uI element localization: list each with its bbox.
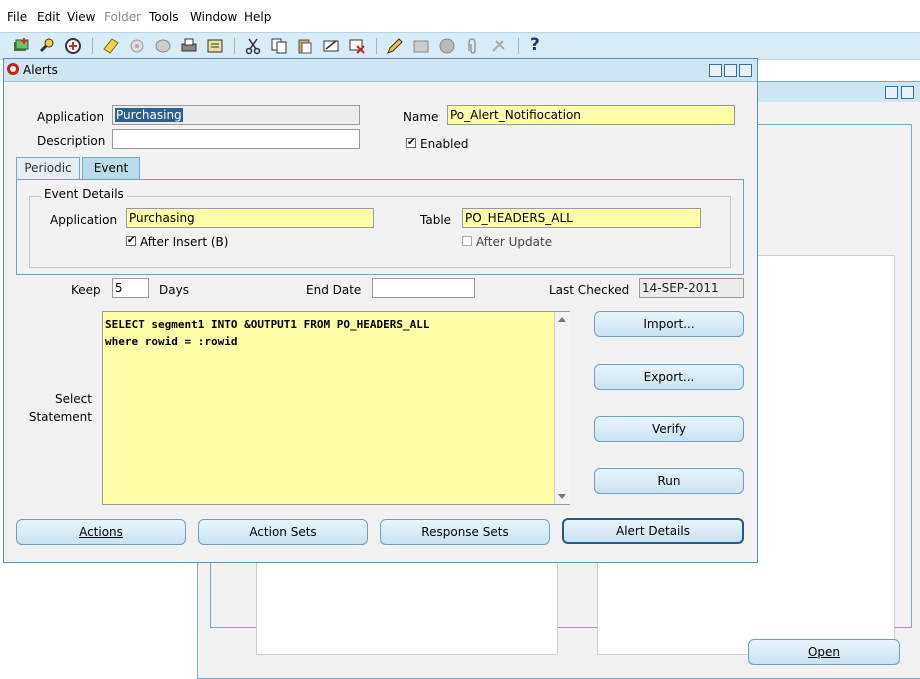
attachments-icon[interactable] <box>464 37 482 55</box>
last-checked-field: 14-SEP-2011 <box>639 278 744 298</box>
menu-tools[interactable]: Tools <box>149 10 179 24</box>
actions-button[interactable]: Actions <box>16 519 186 545</box>
menu-file[interactable]: File <box>7 10 27 24</box>
action-sets-button[interactable]: Action Sets <box>198 519 368 545</box>
help-icon[interactable]: ? <box>530 35 540 55</box>
toolbar-separator <box>234 38 235 54</box>
days-label: Days <box>159 283 189 297</box>
paste-icon[interactable] <box>296 37 314 55</box>
name-label: Name <box>403 110 439 124</box>
keep-label: Keep <box>71 283 101 297</box>
edit-field-icon[interactable] <box>386 37 404 55</box>
toolbar: ? <box>0 32 920 60</box>
switch-responsibility-icon[interactable] <box>154 37 172 55</box>
new-record-icon[interactable] <box>12 37 30 55</box>
close-form-icon[interactable] <box>206 37 224 55</box>
select-statement-textarea[interactable]: SELECT segment1 INTO &OUTPUT1 FROM PO_HE… <box>102 311 570 505</box>
save-icon[interactable] <box>102 37 120 55</box>
import-button[interactable]: Import... <box>594 311 744 337</box>
tab-event[interactable]: Event <box>82 157 140 179</box>
menu-folder[interactable]: Folder <box>104 10 141 24</box>
menu-help[interactable]: Help <box>244 10 271 24</box>
after-update-label: After Update <box>476 235 553 249</box>
alert-details-button[interactable]: Alert Details <box>562 518 744 544</box>
select-statement-label: Select <box>54 392 92 406</box>
select-statement-label-2: Statement <box>28 410 92 424</box>
event-application-label: Application <box>50 213 118 227</box>
toolbar-separator <box>518 38 519 54</box>
maximize-icon[interactable] <box>724 64 737 77</box>
find-icon[interactable] <box>38 37 56 55</box>
name-field[interactable]: Po_Alert_Notifiocation <box>447 105 735 125</box>
menubar: File Edit View Folder Tools Window Help <box>0 0 920 32</box>
event-details-title: Event Details <box>41 187 127 201</box>
cut-icon[interactable] <box>244 37 262 55</box>
close-icon[interactable] <box>739 64 752 77</box>
scroll-up-arrow-icon[interactable] <box>558 317 566 322</box>
toolbar-separator <box>92 38 93 54</box>
enabled-label: Enabled <box>420 137 469 151</box>
translations-icon[interactable] <box>438 37 456 55</box>
verify-button[interactable]: Verify <box>594 416 744 442</box>
description-field[interactable] <box>112 129 360 149</box>
minimize-icon[interactable] <box>885 86 898 99</box>
run-button[interactable]: Run <box>594 468 744 494</box>
after-update-checkbox[interactable] <box>462 236 472 246</box>
event-application-field[interactable]: Purchasing <box>126 208 374 228</box>
open-button[interactable]: Open <box>748 639 900 665</box>
application-label: Application <box>37 110 105 124</box>
alerts-window-titlebar: Alerts <box>4 59 757 82</box>
tab-panel: Application Purchasing Table PO_HEADERS_… <box>16 179 744 275</box>
close-icon[interactable] <box>901 86 914 99</box>
end-date-label: End Date <box>306 283 362 297</box>
last-checked-label: Last Checked <box>549 283 630 297</box>
zoom-icon[interactable] <box>412 37 430 55</box>
menu-edit[interactable]: Edit <box>37 10 60 24</box>
keep-field[interactable]: 5 <box>112 278 149 298</box>
alerts-window: Alerts Application Purchasing Descriptio… <box>3 58 758 563</box>
tab-periodic[interactable]: Periodic <box>16 157 80 179</box>
response-sets-button[interactable]: Response Sets <box>380 519 550 545</box>
table-label: Table <box>420 213 452 227</box>
navigator-icon[interactable] <box>64 37 82 55</box>
enabled-checkbox[interactable]: ✔ <box>406 138 416 148</box>
select-statement-scrollbar[interactable] <box>554 312 570 504</box>
after-insert-checkbox[interactable]: ✔ <box>126 236 136 246</box>
description-label: Description <box>37 134 106 148</box>
folder-tools-icon[interactable] <box>490 37 508 55</box>
window-title: Alerts <box>23 63 58 77</box>
delete-record-icon[interactable] <box>348 37 366 55</box>
copy-icon[interactable] <box>270 37 288 55</box>
application-field[interactable]: Purchasing <box>112 105 360 125</box>
menu-view[interactable]: View <box>67 10 95 24</box>
print-icon[interactable] <box>180 37 198 55</box>
end-date-field[interactable] <box>372 278 475 298</box>
after-insert-label: After Insert (B) <box>140 235 229 249</box>
clear-record-icon[interactable] <box>322 37 340 55</box>
minimize-icon[interactable] <box>709 64 722 77</box>
menu-window[interactable]: Window <box>190 10 237 24</box>
next-step-icon[interactable] <box>128 37 146 55</box>
table-field[interactable]: PO_HEADERS_ALL <box>462 208 701 228</box>
export-button[interactable]: Export... <box>594 364 744 390</box>
event-details-group: Application Purchasing Table PO_HEADERS_… <box>29 196 731 268</box>
oracle-logo-icon <box>7 63 19 75</box>
toolbar-separator <box>376 38 377 54</box>
scroll-down-arrow-icon[interactable] <box>558 494 566 499</box>
